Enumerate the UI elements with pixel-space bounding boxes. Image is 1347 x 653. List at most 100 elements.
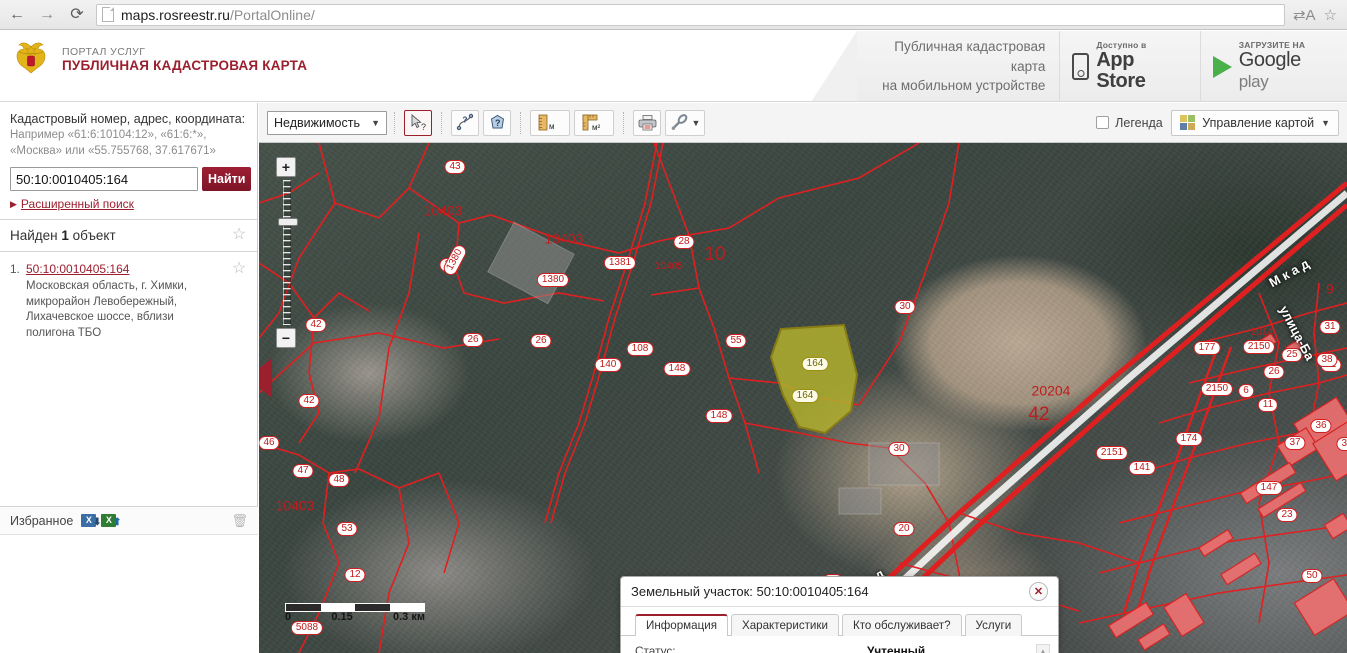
tab-kto-obsluzhivaet[interactable]: Кто обслуживает? [841,614,962,636]
row-key: Статус: [635,644,676,653]
svg-text:?: ? [462,116,467,125]
parcel-label: 20204 [1031,382,1071,399]
promo-text: Публичная кадастровая карта на мобильном… [857,37,1059,96]
popup-title: Земельный участок: 50:10:0010405:164 [631,584,869,599]
layers-icon [1179,114,1196,131]
print-tool-button[interactable] [633,109,661,136]
popup-scrollbar[interactable]: ▲ ▼ [1036,644,1050,653]
results-suffix: объект [68,228,116,244]
measure-line-info-tool-button[interactable]: ? [451,109,479,136]
parcel-label: 42 [1028,404,1050,425]
brand-logo[interactable]: ПОРТАЛ УСЛУГ ПУБЛИЧНАЯ КАДАСТРОВАЯ КАРТА [10,39,307,81]
translate-icon[interactable]: ⇄A [1293,6,1316,24]
address-bar[interactable]: maps.rosreestr.ru/PortalOnline/ [96,3,1285,26]
parcel-label: 35 [1336,437,1347,451]
measure-polygon-info-tool-button[interactable]: ? [483,109,511,136]
parcel-label: 42 [305,318,327,332]
parcel-label: 2151 [1095,446,1129,460]
chevron-down-icon: ▼ [691,117,701,128]
zoom-in-button[interactable]: + [276,157,296,177]
parcel-label: 12 [344,568,366,582]
browser-chrome: ← → ⟳ maps.rosreestr.ru/PortalOnline/ ⇄A… [0,0,1347,30]
tab-uslugi[interactable]: Услуги [964,614,1023,636]
url-path: /PortalOnline/ [229,6,315,23]
parcel-label: 164 [791,389,819,403]
row-value: Учтенный [867,644,926,653]
legend-label: Легенда [1115,115,1163,130]
parcel-label: 26 [462,333,484,347]
browser-forward-button[interactable]: → [34,2,60,28]
tab-harakteristiki[interactable]: Характеристики [730,614,839,636]
forward-arrow-icon: → [39,5,55,23]
search-hint-line-1: Например «61:6:10104:12», «61:6:*», [10,129,207,141]
legend-toggle[interactable]: Легенда [1096,116,1163,130]
result-cadastral-number-link[interactable]: 50:10:0010405:164 [26,262,129,276]
zoom-slider-thumb[interactable] [278,218,298,226]
parcel-label: 141 [1128,461,1156,475]
excel-export-icon[interactable]: X ⬆ [101,514,121,528]
select-info-tool-button[interactable]: ? [404,109,432,136]
parcel-label: 10 [704,244,726,265]
google-play-badge[interactable]: ЗАГРУЗИТЕ НА Google play [1199,31,1347,101]
printer-icon [638,115,656,131]
legend-checkbox[interactable] [1096,116,1110,129]
measure-area-tool-button[interactable]: м² [574,109,614,136]
parcel-label: 46 [259,436,280,450]
bookmark-star-icon[interactable]: ☆ [1324,6,1337,24]
browser-back-button[interactable]: ← [4,2,30,28]
parcel-label: 1380 [536,273,570,287]
scroll-up-icon[interactable]: ▲ [1037,645,1049,653]
parcel-label: 10403 [275,497,315,514]
brand-title: ПУБЛИЧНАЯ КАДАСТРОВАЯ КАРТА [62,58,308,74]
tab-informaciya[interactable]: Информация [635,614,728,636]
parcel-label: 28 [673,235,695,249]
result-favorite-star-icon[interactable]: ☆ [231,261,247,278]
permalink-tool-button[interactable]: ▼ [665,109,705,136]
search-button[interactable]: Найти [202,167,252,192]
trash-icon[interactable]: 🗑 [231,513,248,529]
svg-text:м²: м² [592,123,601,132]
parcel-info-popup[interactable]: Земельный участок: 50:10:0010405:164 ✕ И… [620,576,1059,653]
parcel-label: 20 [893,522,915,536]
parcel-label: 2150 [1200,382,1234,396]
parcel-label: 11 [1257,398,1279,412]
measure-length-tool-button[interactable]: м [530,109,570,136]
advanced-search-label: Расширенный поиск [20,197,134,212]
excel-import-icon[interactable]: X ⬇ [81,514,101,528]
parcel-label: 10403 [544,230,584,247]
parcel-label: 23 [1276,508,1298,522]
layer-type-select[interactable]: Недвижимость ▼ [267,110,387,135]
results-list: 1. 50:10:0010405:164 Московская область,… [0,252,257,341]
browser-chrome-actions: ⇄A ☆ [1293,6,1347,24]
advanced-search-link[interactable]: ▶ Расширенный поиск [10,197,247,211]
map-canvas[interactable]: 1040310403432913801380138126262810405105… [259,143,1347,653]
toolbar-separator [623,111,624,134]
svg-text:?: ? [495,118,501,128]
scale-tick-1: 0.15 [331,611,353,623]
app-store-badge[interactable]: Доступно в App Store [1059,31,1199,101]
ruler-square-meter-icon: м² [582,114,601,132]
parcel-label: 37 [1284,436,1306,450]
url-host: maps.rosreestr.ru [121,6,230,23]
scale-bar-ticks: 0 0.15 0.3 км [285,611,425,623]
parcel-label: 36 [1310,419,1332,433]
browser-reload-button[interactable]: ⟳ [64,2,90,28]
parcel-label: 47 [292,464,314,478]
parcel-label: 5088 [290,621,324,635]
google-play-text: ЗАГРУЗИТЕ НА Google play [1239,41,1335,92]
brand-text: ПОРТАЛ УСЛУГ ПУБЛИЧНАЯ КАДАСТРОВАЯ КАРТА [62,46,307,74]
zoom-control[interactable]: + − [276,157,298,348]
parcel-label: 10403 [423,202,463,219]
close-icon[interactable]: ✕ [1029,582,1048,601]
toolbar-separator [520,111,521,134]
parcel-label: 55 [725,334,747,348]
favorite-all-star-icon[interactable]: ☆ [231,226,247,244]
table-row: Статус: Учтенный [635,644,1026,653]
parcel-label: 1381 [603,256,637,270]
result-index: 1. [10,262,20,277]
zoom-slider-track[interactable] [278,180,298,325]
zoom-out-button[interactable]: − [276,328,296,348]
search-input[interactable] [10,167,198,192]
map-control-button[interactable]: Управление картой ▼ [1170,109,1339,136]
list-item[interactable]: 1. 50:10:0010405:164 Московская область,… [10,261,247,341]
